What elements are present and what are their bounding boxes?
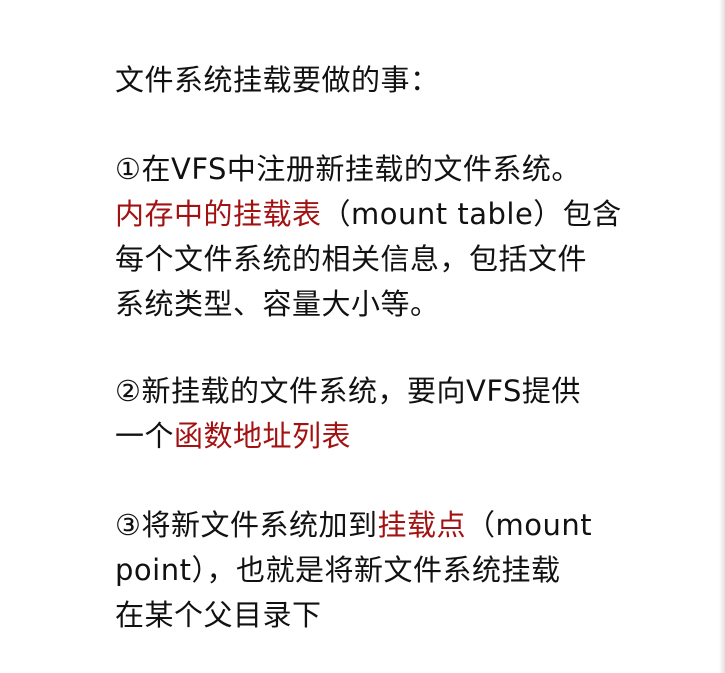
section-mount-point: ③将新文件系统加到挂载点（mount point），也就是将新文件系统挂载 在某…: [115, 503, 705, 638]
page-edge-shadow: [719, 0, 725, 673]
section3-line3: 在某个父目录下: [115, 598, 322, 632]
section-function-address-list: ②新挂载的文件系统，要向VFS提供 一个函数地址列表: [115, 369, 705, 459]
section-gap: [115, 327, 705, 369]
section1-line2: 内存中的挂载表（mount table）包含: [115, 192, 705, 237]
highlight-mount-table: 内存中的挂载表: [115, 197, 322, 231]
section1-line1: ①在VFS中注册新挂载的文件系统。: [115, 152, 581, 186]
document-heading: 文件系统挂载要做的事：: [115, 63, 440, 97]
section1-line3: 每个文件系统的相关信息，包括文件: [115, 242, 588, 276]
section-register-vfs: ①在VFS中注册新挂载的文件系统。 内存中的挂载表（mount table）包含…: [115, 147, 705, 327]
section3-line1-rest: （mount: [466, 508, 593, 542]
section2-line2-pre: 一个: [115, 419, 175, 453]
section3-line1-pre: ③将新文件系统加到: [115, 508, 378, 542]
section-gap: [115, 103, 705, 147]
section3-line2: point），也就是将新文件系统挂载: [115, 553, 561, 587]
document-body: 文件系统挂载要做的事： ①在VFS中注册新挂载的文件系统。 内存中的挂载表（mo…: [115, 58, 705, 638]
section-gap: [115, 459, 705, 503]
section3-line1: ③将新文件系统加到挂载点（mount: [115, 503, 705, 548]
highlight-function-address-list: 函数地址列表: [174, 419, 352, 453]
section2-line2: 一个函数地址列表: [115, 414, 705, 459]
section1-line2-rest: （mount table）包含: [321, 197, 622, 231]
section2-line1: ②新挂载的文件系统，要向VFS提供: [115, 374, 581, 408]
section1-line4: 系统类型、容量大小等。: [115, 287, 440, 321]
slide-page: 文件系统挂载要做的事： ①在VFS中注册新挂载的文件系统。 内存中的挂载表（mo…: [0, 0, 725, 673]
highlight-mount-point: 挂载点: [377, 508, 467, 542]
